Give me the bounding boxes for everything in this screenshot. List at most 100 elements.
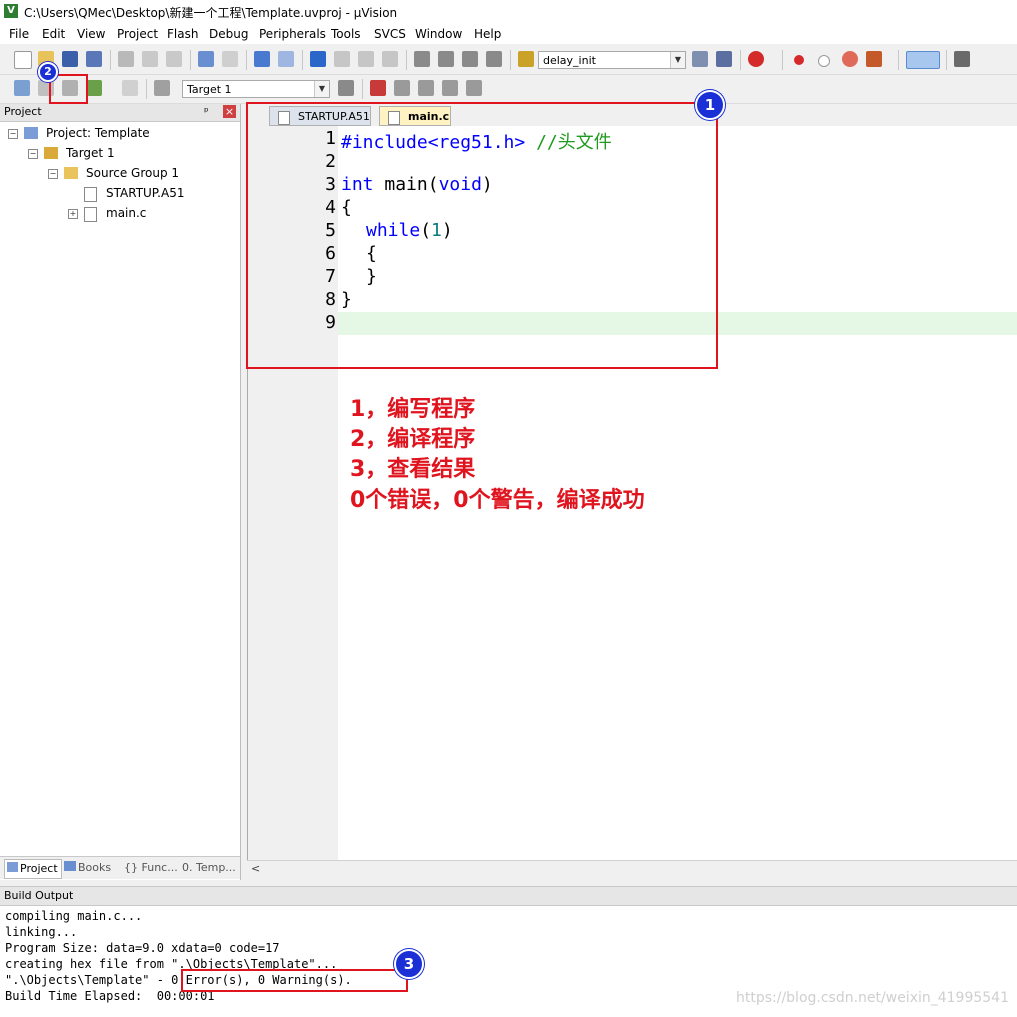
redo-icon[interactable] [222, 51, 238, 67]
annotation-box-code [246, 102, 718, 369]
new-file-icon[interactable] [14, 51, 32, 69]
project-pane-header: Project ᵖ × [0, 104, 240, 122]
uvision-app-icon: V [4, 4, 18, 18]
debug-session-icon[interactable] [748, 51, 764, 67]
menu-tools[interactable]: Tools [331, 27, 361, 41]
toolbar-separator [362, 79, 363, 99]
menu-debug[interactable]: Debug [209, 27, 248, 41]
target-folder-icon [44, 147, 58, 159]
toolbar-separator [246, 50, 247, 70]
project-tab-icon [7, 862, 18, 872]
build-toolbar: Target 1 ▼ [0, 75, 1017, 104]
project-pane: Project ᵖ × − Project: Template − Target… [0, 104, 241, 880]
menu-view[interactable]: View [77, 27, 105, 41]
next-bookmark-icon[interactable] [358, 51, 374, 67]
tab-functions[interactable]: {} Func... [124, 859, 178, 877]
tree-file-main[interactable]: main.c [106, 206, 146, 220]
undo-icon[interactable] [198, 51, 214, 67]
tree-file-startup[interactable]: STARTUP.A51 [106, 186, 184, 200]
annotation-badge-1: 1 [695, 90, 725, 120]
build-output-title: Build Output [4, 889, 74, 902]
books-icon [64, 861, 76, 871]
file-toolbar: delay_init ▼ [0, 46, 1017, 75]
chevron-down-icon[interactable]: ▼ [314, 81, 329, 97]
batch-build-icon[interactable] [86, 80, 102, 96]
pin-icon[interactable]: ᵖ [204, 105, 209, 118]
close-icon[interactable]: × [223, 105, 236, 118]
save-all-icon[interactable] [86, 51, 102, 67]
tree-project[interactable]: Project: Template [46, 126, 150, 140]
target-combo[interactable]: Target 1 ▼ [182, 80, 330, 98]
file-icon [84, 187, 97, 202]
clear-bookmarks-icon[interactable] [382, 51, 398, 67]
toolbar-separator [406, 50, 407, 70]
function-combo[interactable]: delay_init ▼ [538, 51, 686, 69]
copy-icon[interactable] [142, 51, 158, 67]
window-title: C:\Users\QMec\Desktop\新建一个工程\Template.uv… [24, 6, 398, 20]
find-icon[interactable] [716, 51, 732, 67]
configure-icon[interactable] [954, 51, 970, 67]
menu-flash[interactable]: Flash [167, 27, 198, 41]
event-recorder-icon[interactable] [442, 80, 458, 96]
paste-icon[interactable] [166, 51, 182, 67]
menu-file[interactable]: File [9, 27, 29, 41]
tab-templates[interactable]: 0. Temp... [182, 859, 236, 877]
menu-project[interactable]: Project [117, 27, 158, 41]
translate-icon[interactable] [14, 80, 30, 96]
prev-bookmark-icon[interactable] [334, 51, 350, 67]
disable-all-breakpoints-icon[interactable] [842, 51, 858, 67]
collapse-icon[interactable]: − [28, 149, 38, 159]
tab-label: Project [20, 862, 58, 875]
toolbar-separator [898, 50, 899, 70]
menu-edit[interactable]: Edit [42, 27, 65, 41]
menu-help[interactable]: Help [474, 27, 501, 41]
expand-icon[interactable]: + [68, 209, 78, 219]
unindent-icon[interactable] [438, 51, 454, 67]
watermark: https://blog.csdn.net/weixin_41995541 [735, 990, 1009, 1006]
disable-breakpoint-icon[interactable] [818, 55, 830, 67]
tree-target[interactable]: Target 1 [66, 146, 115, 160]
download-icon[interactable] [154, 80, 170, 96]
chevron-down-icon[interactable]: ▼ [670, 52, 685, 68]
comment-icon[interactable] [462, 51, 478, 67]
tree-source-group[interactable]: Source Group 1 [86, 166, 179, 180]
toolbar-separator [110, 50, 111, 70]
pack-installer-icon[interactable] [466, 80, 482, 96]
menu-window[interactable]: Window [415, 27, 462, 41]
navigate-forward-icon[interactable] [278, 51, 294, 67]
manage-project-items-icon[interactable] [370, 80, 386, 96]
cut-icon[interactable] [118, 51, 134, 67]
save-icon[interactable] [62, 51, 78, 67]
menu-peripherals[interactable]: Peripherals [259, 27, 326, 41]
window-layout-icon[interactable] [906, 51, 940, 69]
target-options-icon[interactable] [338, 80, 354, 96]
project-pane-tabs: Project Books {} Func... 0. Temp... [0, 856, 240, 879]
find-in-files-icon[interactable] [518, 51, 534, 67]
annotation-badge-3: 3 [394, 949, 424, 979]
menu-svcs[interactable]: SVCS [374, 27, 406, 41]
stop-build-icon[interactable] [122, 80, 138, 96]
collapse-icon[interactable]: − [48, 169, 58, 179]
uncomment-icon[interactable] [486, 51, 502, 67]
annotation-step-1: 1，编写程序 [350, 397, 476, 422]
tab-books[interactable]: Books [64, 859, 111, 877]
kill-breakpoints-icon[interactable] [866, 51, 882, 67]
collapse-icon[interactable]: − [8, 129, 18, 139]
indent-icon[interactable] [414, 51, 430, 67]
scroll-left-icon[interactable]: < [251, 862, 260, 875]
build-output-line: compiling main.c... [5, 909, 143, 923]
horizontal-scrollbar[interactable]: < [247, 860, 1017, 879]
select-packs-icon[interactable] [394, 80, 410, 96]
incremental-find-icon[interactable] [692, 51, 708, 67]
tab-project[interactable]: Project [4, 859, 62, 879]
toolbar-separator [782, 50, 783, 70]
bookmark-icon[interactable] [310, 51, 326, 67]
build-output-line: Program Size: data=9.0 xdata=0 code=17 [5, 941, 280, 955]
toolbar-separator [302, 50, 303, 70]
navigate-back-icon[interactable] [254, 51, 270, 67]
manage-rte-icon[interactable] [418, 80, 434, 96]
menu-bar: File Edit View Project Flash Debug Perip… [0, 24, 1017, 44]
insert-breakpoint-icon[interactable] [794, 55, 804, 65]
toolbar-separator [510, 50, 511, 70]
folder-icon [64, 167, 78, 179]
